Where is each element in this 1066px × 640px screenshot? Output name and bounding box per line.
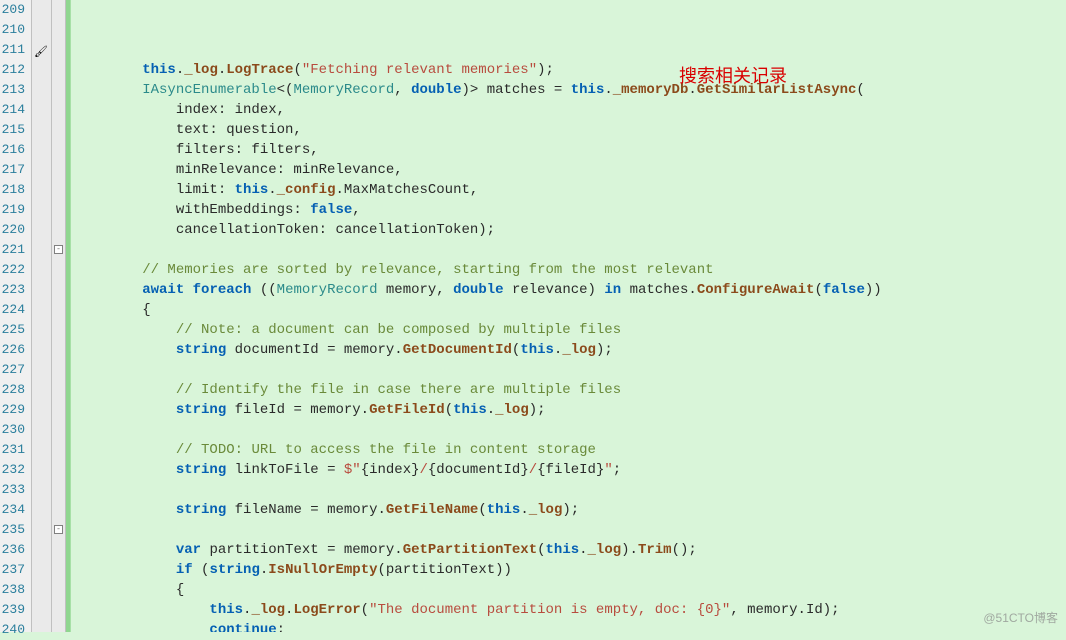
code-line[interactable]: filters: filters, [75,140,1066,160]
code-line[interactable]: withEmbeddings: false, [75,200,1066,220]
code-line[interactable] [75,240,1066,260]
code-line[interactable]: string fileId = memory.GetFileId(this._l… [75,400,1066,420]
line-number: 239 [0,600,25,620]
line-number-gutter: 2092102112122132142152162172182192202212… [0,0,32,632]
line-number: 236 [0,540,25,560]
line-number: 238 [0,580,25,600]
code-line[interactable]: minRelevance: minRelevance, [75,160,1066,180]
marker-margin: 🖌 [32,0,52,632]
line-number: 223 [0,280,25,300]
line-number: 221 [0,240,25,260]
code-line[interactable]: // TODO: URL to access the file in conte… [75,440,1066,460]
code-line[interactable]: cancellationToken: cancellationToken); [75,220,1066,240]
code-line[interactable] [75,360,1066,380]
line-number: 240 [0,620,25,640]
line-number: 234 [0,500,25,520]
bookmark-icon: 🖌 [34,43,48,63]
line-number: 214 [0,100,25,120]
line-number: 235 [0,520,25,540]
code-line[interactable]: string linkToFile = $"{index}/{documentI… [75,460,1066,480]
code-line[interactable]: // Memories are sorted by relevance, sta… [75,260,1066,280]
line-number: 231 [0,440,25,460]
code-line[interactable]: text: question, [75,120,1066,140]
line-number: 232 [0,460,25,480]
annotation-label: 搜索相关记录 [679,66,787,86]
line-number: 222 [0,260,25,280]
code-line[interactable]: // Note: a document can be composed by m… [75,320,1066,340]
code-line[interactable]: continue; [75,620,1066,632]
line-number: 217 [0,160,25,180]
code-line[interactable]: { [75,580,1066,600]
code-line[interactable]: this._log.LogError("The document partiti… [75,600,1066,620]
line-number: 233 [0,480,25,500]
line-number: 220 [0,220,25,240]
code-line[interactable]: await foreach ((MemoryRecord memory, dou… [75,280,1066,300]
code-editor: 2092102112122132142152162172182192202212… [0,0,1066,632]
code-line[interactable]: // Identify the file in case there are m… [75,380,1066,400]
line-number: 219 [0,200,25,220]
line-number: 226 [0,340,25,360]
watermark-label: @51CTO博客 [983,609,1058,626]
code-line[interactable]: limit: this._config.MaxMatchesCount, [75,180,1066,200]
line-number: 213 [0,80,25,100]
fold-toggle[interactable]: - [54,245,63,254]
code-line[interactable] [75,520,1066,540]
line-number: 211 [0,40,25,60]
code-line[interactable]: var partitionText = memory.GetPartitionT… [75,540,1066,560]
code-line[interactable]: IAsyncEnumerable<(MemoryRecord, double)>… [75,80,1066,100]
fold-margin: -- [52,0,66,632]
code-line[interactable] [75,480,1066,500]
code-line[interactable]: index: index, [75,100,1066,120]
code-line[interactable]: string documentId = memory.GetDocumentId… [75,340,1066,360]
line-number: 230 [0,420,25,440]
line-number: 227 [0,360,25,380]
code-text-area[interactable]: 搜索相关记录 this._log.LogTrace("Fetching rele… [71,0,1066,632]
line-number: 218 [0,180,25,200]
line-number: 212 [0,60,25,80]
line-number: 216 [0,140,25,160]
line-number: 210 [0,20,25,40]
fold-toggle[interactable]: - [54,525,63,534]
line-number: 215 [0,120,25,140]
code-line[interactable]: if (string.IsNullOrEmpty(partitionText)) [75,560,1066,580]
code-line[interactable]: this._log.LogTrace("Fetching relevant me… [75,60,1066,80]
line-number: 225 [0,320,25,340]
code-line[interactable]: { [75,300,1066,320]
line-number: 237 [0,560,25,580]
line-number: 209 [0,0,25,20]
line-number: 228 [0,380,25,400]
code-line[interactable] [75,420,1066,440]
line-number: 224 [0,300,25,320]
line-number: 229 [0,400,25,420]
code-line[interactable]: string fileName = memory.GetFileName(thi… [75,500,1066,520]
